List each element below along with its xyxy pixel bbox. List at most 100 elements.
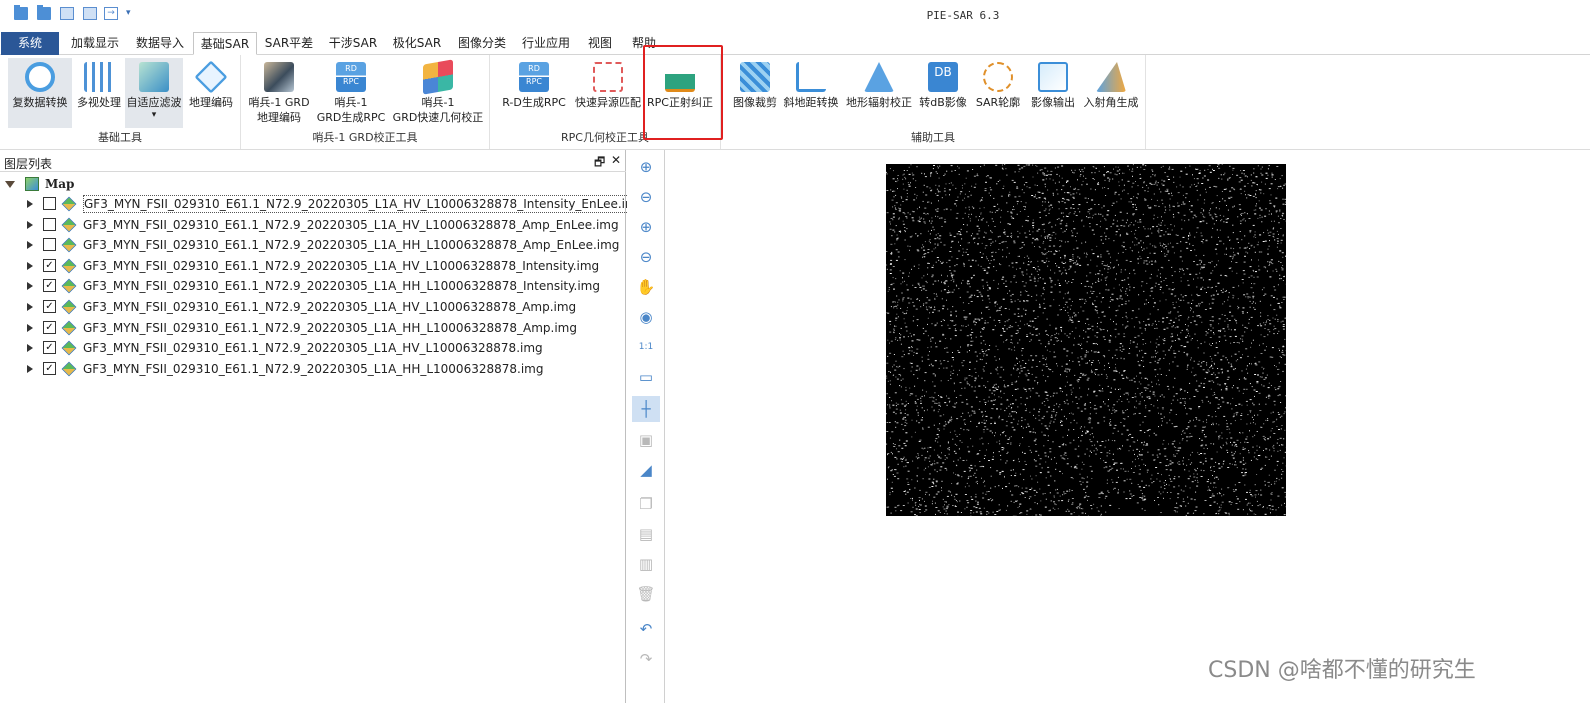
speckle-dot [1037, 260, 1039, 262]
close-panel-icon[interactable]: ✕ [611, 153, 621, 167]
layer-checkbox[interactable] [43, 238, 56, 252]
speckle-dot [1106, 171, 1108, 173]
redo-icon[interactable]: ↷ [632, 646, 660, 672]
terrain-radiometric-button[interactable]: 地形辐射校正 [845, 58, 913, 128]
image-crop-button[interactable]: 图像裁剪 [727, 58, 783, 128]
sar-image[interactable] [886, 164, 1286, 516]
expand-icon[interactable] [27, 364, 33, 373]
expand-icon[interactable] [27, 323, 33, 332]
speckle-dot [1041, 204, 1043, 206]
sar-outline-button[interactable]: SAR轮廓 [973, 58, 1023, 128]
zoom-out-box-icon[interactable]: ⊖ [632, 184, 660, 210]
speckle-dot [1068, 281, 1070, 283]
layer-checkbox[interactable]: ✓ [43, 279, 56, 293]
layer-tree-root[interactable]: Map [0, 174, 626, 194]
layer-row[interactable]: ✓ GF3_MYN_FSII_029310_E61.1_N72.9_2022030… [0, 338, 626, 358]
speckle-dot [1171, 289, 1174, 291]
crosshair-icon[interactable]: ┼ [632, 396, 660, 422]
speckle-dot [996, 370, 998, 372]
tab-industry-apps[interactable]: 行业应用 [518, 32, 574, 55]
identify-icon[interactable]: ▣ [632, 427, 660, 453]
speckle-dot [1099, 406, 1102, 408]
sentinel-geocode-button[interactable]: 哨兵-1 GRD 地理编码 [247, 58, 311, 128]
layer-checkbox[interactable] [43, 197, 56, 210]
db-convert-button[interactable]: DB 转dB影像 [917, 58, 969, 128]
layer-checkbox[interactable]: ✓ [43, 300, 56, 313]
speckle-dot [1020, 315, 1023, 317]
multilook-button[interactable]: 多视处理 [74, 58, 124, 128]
expand-icon[interactable] [27, 261, 33, 270]
tab-load-display[interactable]: 加载显示 [66, 32, 124, 55]
expand-icon[interactable] [27, 344, 33, 353]
zoom-in-box-icon[interactable]: ⊕ [632, 154, 660, 180]
speckle-dot [1066, 376, 1068, 378]
speckle-dot [1211, 216, 1213, 218]
speckle-dot [1253, 270, 1255, 272]
expand-icon[interactable] [27, 282, 33, 291]
full-extent-globe-icon[interactable]: ◉ [632, 304, 660, 330]
speckle-dot [1081, 512, 1084, 514]
layer-row[interactable]: ✓ GF3_MYN_FSII_029310_E61.1_N72.9_2022030… [0, 256, 626, 276]
layer-checkbox[interactable]: ✓ [43, 341, 56, 355]
cut-icon[interactable]: ▤ [632, 521, 660, 547]
layer-checkbox[interactable]: ✓ [43, 361, 56, 375]
geocode-button[interactable]: 地理编码 [185, 58, 237, 128]
layer-checkbox[interactable]: ✓ [43, 320, 56, 334]
speckle-dot [1026, 291, 1028, 292]
layer-row[interactable]: ✓ GF3_MYN_FSII_029310_E61.1_N72.9_2022030… [0, 318, 626, 338]
image-export-button[interactable]: 影像输出 [1027, 58, 1079, 128]
speckle-dot [1074, 211, 1076, 213]
tab-view[interactable]: 视图 [584, 32, 616, 55]
slant-ground-button[interactable]: 斜地距转换 [783, 58, 839, 128]
fast-match-button[interactable]: 快速异源匹配 [572, 58, 644, 128]
tab-sar-adjustment[interactable]: SAR平差 [262, 32, 316, 55]
speckle-dot [1226, 402, 1229, 404]
layer-row[interactable]: ✓ GF3_MYN_FSII_029310_E61.1_N72.9_2022030… [0, 359, 626, 379]
tab-system[interactable]: 系统 [1, 32, 59, 55]
paste-icon[interactable]: ▥ [632, 551, 660, 577]
speckle-dot [1098, 213, 1099, 215]
incidence-angle-button[interactable]: 入射角生成 [1083, 58, 1139, 128]
layer-row[interactable]: ✓ GF3_MYN_FSII_029310_E61.1_N72.9_2022030… [0, 276, 626, 296]
tab-data-import[interactable]: 数据导入 [131, 32, 189, 55]
measure-icon[interactable]: ◢ [632, 457, 660, 483]
actual-size-icon[interactable]: 1:1 [632, 334, 660, 360]
zoom-out-icon[interactable]: ⊖ [632, 244, 660, 270]
tab-insar[interactable]: 干涉SAR [326, 32, 380, 55]
layer-checkbox[interactable]: ✓ [43, 258, 56, 272]
tab-image-classification[interactable]: 图像分类 [453, 32, 511, 55]
layer-checkbox[interactable] [43, 217, 56, 231]
layer-row[interactable]: GF3_MYN_FSII_029310_E61.1_N72.9_20220305… [0, 235, 626, 255]
tab-polsar[interactable]: 极化SAR [389, 32, 445, 55]
adaptive-filter-button[interactable]: 自适应滤波 ▾ [125, 58, 183, 128]
speckle-dot [1150, 273, 1152, 275]
layer-row[interactable]: GF3_MYN_FSII_029310_E61.1_N72.9_20220305… [0, 194, 648, 214]
speckle-dot [1160, 166, 1162, 168]
pan-hand-icon[interactable]: ✋ [632, 274, 660, 300]
expand-icon[interactable] [27, 220, 33, 229]
map-icon [25, 177, 39, 191]
tab-help[interactable]: 帮助 [626, 32, 662, 55]
speckle-dot [1232, 297, 1234, 299]
rpc-ortho-button[interactable]: RPC正射纠正 [645, 58, 715, 128]
complex-convert-button[interactable]: 复数据转换 [8, 58, 72, 128]
expand-icon[interactable] [27, 241, 33, 250]
speckle-dot [1263, 287, 1265, 289]
expand-icon[interactable] [27, 303, 33, 311]
layer-row[interactable]: ✓ GF3_MYN_FSII_029310_E61.1_N72.9_2022030… [0, 297, 626, 317]
float-panel-icon[interactable]: 🗗 [594, 153, 605, 174]
layer-name: GF3_MYN_FSII_029310_E61.1_N72.9_20220305… [83, 320, 577, 335]
delete-icon[interactable]: 🗑 [632, 581, 660, 607]
collapse-icon[interactable] [5, 181, 15, 188]
tab-basic-sar[interactable]: 基础SAR [193, 32, 257, 55]
expand-icon[interactable] [27, 200, 33, 208]
rd-rpc-button[interactable]: RD RPC R-D生成RPC [496, 58, 572, 128]
layer-row[interactable]: GF3_MYN_FSII_029310_E61.1_N72.9_20220305… [0, 215, 626, 235]
fit-width-icon[interactable]: ▭ [632, 364, 660, 390]
grd-rpc-button[interactable]: RD RPC 哨兵-1 GRD生成RPC [315, 58, 387, 128]
speckle-dot [1120, 357, 1122, 359]
zoom-in-icon[interactable]: ⊕ [632, 214, 660, 240]
undo-icon[interactable]: ↶ [632, 616, 660, 642]
grd-fast-correction-button[interactable]: 哨兵-1 GRD快速几何校正 [391, 58, 485, 128]
copy-icon[interactable]: ❐ [632, 491, 660, 517]
